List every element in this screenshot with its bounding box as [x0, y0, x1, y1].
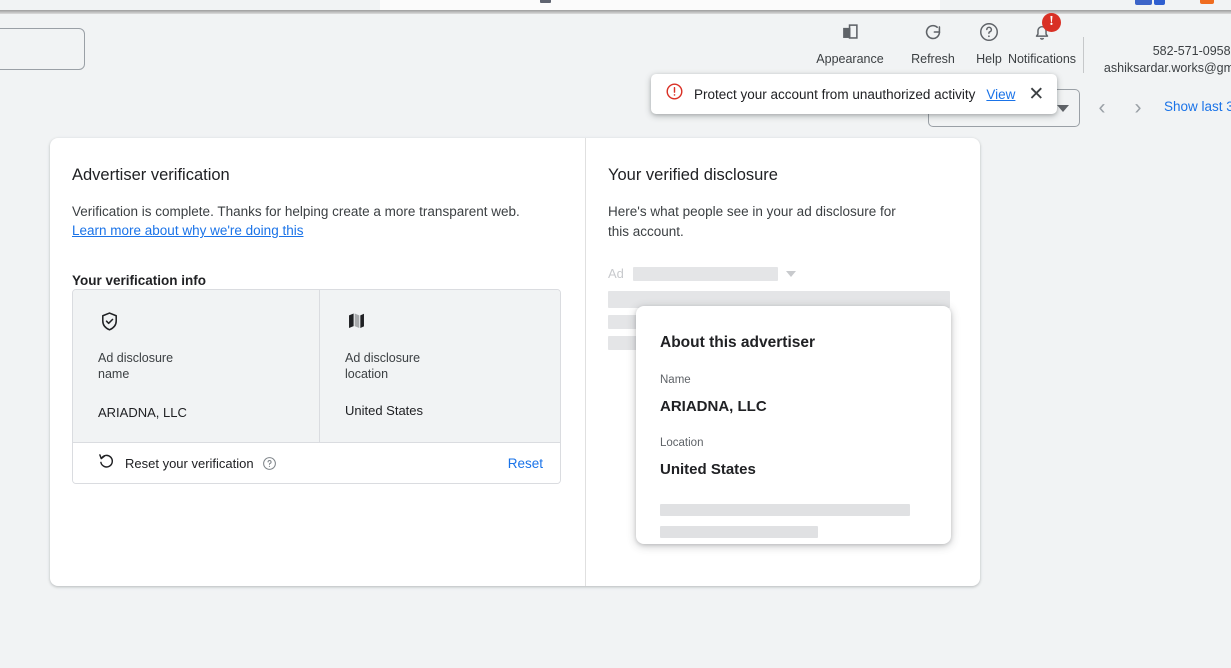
browser-extension-icon-2[interactable] [1154, 0, 1165, 5]
verification-description: Verification is complete. Thanks for hel… [72, 204, 520, 219]
app-header: Appearance Refresh Help ! Notifications … [0, 13, 1231, 77]
ad-url-placeholder [632, 266, 778, 281]
reset-row-left: Reset your verification [97, 451, 508, 475]
notification-badge: ! [1042, 13, 1061, 32]
next-period-button[interactable]: › [1123, 93, 1153, 123]
popup-field-value-location: United States [660, 461, 756, 478]
info-column-disclosure-location: Ad disclosure location United States [318, 290, 560, 442]
help-circle-icon[interactable] [262, 456, 277, 471]
disclosure-title: Your verified disclosure [608, 166, 778, 184]
ad-preview-header-row: Ad [608, 266, 958, 281]
toast-message: Protect your account from unauthorized a… [694, 86, 976, 102]
header-divider [1083, 37, 1084, 73]
advertiser-verification-pane: Advertiser verification Verification is … [50, 138, 585, 586]
info-value: United States [344, 403, 424, 418]
account-email: ashiksardar.works@gmail. [1103, 61, 1231, 75]
appearance-button-label: Appearance [816, 52, 884, 66]
reset-verification-label: Reset your verification [125, 455, 254, 471]
browser-extension-icon-3[interactable] [1200, 0, 1214, 4]
chevron-down-icon[interactable] [785, 270, 796, 277]
reset-verification-row: Reset your verification Reset [73, 442, 560, 483]
previous-period-button[interactable]: ‹ [1087, 93, 1117, 123]
disclosure-description: Here's what people see in your ad disclo… [608, 204, 896, 239]
reset-button[interactable]: Reset [508, 456, 543, 471]
alert-circle-icon [665, 82, 684, 106]
verification-info-box: Ad disclosure name ARIADNA, LLC Ad discl… [72, 289, 561, 484]
browser-extension-icon-1[interactable] [1135, 0, 1152, 5]
info-value: ARIADNA, LLC [98, 405, 187, 420]
chevron-left-icon: ‹ [1098, 96, 1106, 119]
restore-icon [97, 451, 116, 475]
bell-icon: ! [999, 13, 1085, 47]
close-icon[interactable]: ✕ [1028, 85, 1044, 104]
verification-info-grid: Ad disclosure name ARIADNA, LLC Ad discl… [73, 290, 560, 442]
security-notification-toast: Protect your account from unauthorized a… [651, 74, 1057, 114]
chevron-right-icon: › [1134, 96, 1142, 119]
info-label: Ad disclosure location [344, 351, 421, 381]
browser-tab-favicon [540, 0, 551, 3]
popup-title: About this advertiser [660, 334, 816, 351]
appearance-button[interactable]: Appearance [807, 21, 893, 75]
about-this-advertiser-popup: About this advertiser Name ARIADNA, LLC … [636, 306, 951, 544]
popup-placeholder-1 [660, 504, 910, 516]
map-icon [345, 310, 538, 336]
toast-view-link[interactable]: View [986, 87, 1015, 102]
notifications-button[interactable]: ! Notifications [999, 13, 1085, 75]
show-last-link[interactable]: Show last 3 [1164, 99, 1231, 114]
browser-chrome-strip [0, 0, 1231, 14]
info-column-disclosure-name: Ad disclosure name ARIADNA, LLC [73, 290, 319, 442]
notifications-button-label: Notifications [1007, 52, 1077, 66]
appearance-icon [807, 21, 893, 47]
popup-field-label-name: Name [660, 374, 691, 386]
popup-field-label-location: Location [660, 437, 704, 449]
popup-placeholder-2 [660, 526, 818, 538]
header-left-control-stub[interactable] [0, 28, 85, 70]
ad-tag-label: Ad [608, 266, 624, 281]
shield-check-icon [98, 310, 297, 336]
account-info[interactable]: 582-571-0958 ZA ashiksardar.works@gmail. [1090, 43, 1231, 77]
account-id: 582-571-0958 ZA [1152, 44, 1231, 58]
verification-info-label: Your verification info [72, 273, 207, 288]
page-title: Advertiser verification [72, 166, 230, 184]
learn-more-link[interactable]: Learn more about why we're doing this [72, 223, 303, 238]
info-label: Ad disclosure name [98, 351, 174, 381]
popup-field-value-name: ARIADNA, LLC [660, 398, 767, 415]
chevron-down-icon [1057, 105, 1069, 112]
